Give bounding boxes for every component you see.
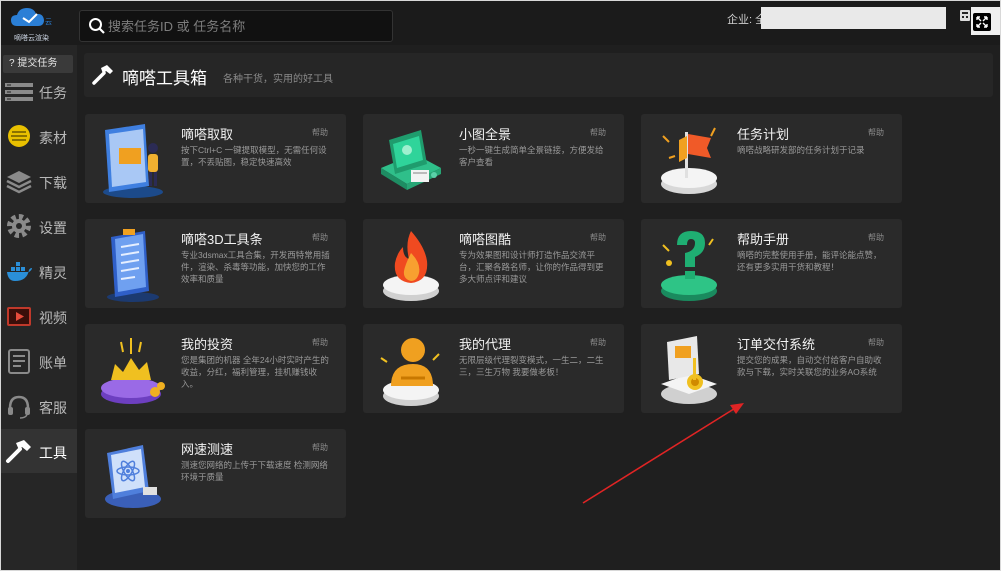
card-description: 嘀嗒的完整使用手册，能评论能点赞，还有更多实用干货和教程！ <box>737 250 882 272</box>
fullscreen-icon <box>976 16 988 28</box>
calculator-icon[interactable] <box>959 9 971 22</box>
material-icon <box>8 125 30 147</box>
tool-card-panorama[interactable]: 小图全景 帮助 一秒一键生成简单全景链接，方便发给客户查看 <box>363 114 624 203</box>
card-description: 嘀嗒战略研发部的任务计划于记录 <box>737 145 865 155</box>
tool-card-speed-test[interactable]: 网速测速 帮助 测速您网络的上传于下载速度 检测网络环境于质量 <box>85 429 346 518</box>
sidebar-item-download[interactable]: 下载 <box>1 159 77 203</box>
fullscreen-button[interactable] <box>973 13 991 31</box>
card-description: 您是集团的机器 全年24小时实时产生的收益，分红，福利管理，挂机赚钱收入。 <box>181 355 329 389</box>
card-description: 提交您的成果，自动交付给客户自助收款与下载，实时关联您的业务AO系统 <box>737 355 882 377</box>
toolbox-header: 嘀嗒工具箱 各种干货，实用的好工具 <box>84 53 993 97</box>
download-layers-icon <box>6 171 32 194</box>
sidebar-item-bill[interactable]: 账单 <box>1 339 77 383</box>
sidebar-item-label: 下载 <box>39 175 67 191</box>
tool-card-investment[interactable]: 我的投资 帮助 您是集团的机器 全年24小时实时产生的收益，分红，福利管理，挂机… <box>85 324 346 413</box>
task-plan-flag-art <box>661 127 717 194</box>
tool-card-tuku[interactable]: 嘀嗒图酷 帮助 专为效果图和设计师打造作品交流平台，汇聚各路名师，让你的作品得到… <box>363 219 624 308</box>
gear-icon <box>7 214 31 238</box>
app-window: 云 嘀嗒云渲染 企业: 全 ? 提交任务 <box>0 0 1001 571</box>
card-title: 小图全景 <box>459 127 512 142</box>
card-title: 我的投资 <box>181 337 234 352</box>
tool-card-pick[interactable]: 嘀嗒取取 帮助 按下Ctrl+C 一键提取模型，无需任何设置，不丢贴图，稳定快速… <box>85 114 346 203</box>
card-description: 专业3dsmax工具合集，开发西特常用插件，渲染、杀毒等功能，加快您的工作效率和… <box>181 250 330 284</box>
sidebar-item-material[interactable]: 素材 <box>1 114 77 158</box>
logo-text: 嘀嗒云渲染 <box>14 35 49 42</box>
sidebar-item-label: 视频 <box>39 310 67 326</box>
card-description: 一秒一键生成简单全景链接，方便发给客户查看 <box>459 145 604 167</box>
fire-art <box>383 231 439 301</box>
help-link[interactable]: 帮助 <box>312 337 328 348</box>
help-link[interactable]: 帮助 <box>312 232 328 243</box>
toolbar-book-art <box>107 229 159 302</box>
search-icon[interactable] <box>88 17 106 35</box>
help-link[interactable]: 帮助 <box>590 232 606 243</box>
docker-whale-icon <box>7 262 32 281</box>
sidebar-item-label: 素材 <box>39 130 67 146</box>
card-title: 嘀嗒图酷 <box>459 232 512 247</box>
card-title: 嘀嗒取取 <box>181 127 234 142</box>
sidebar-item-video[interactable]: 视频 <box>1 294 77 338</box>
help-link[interactable]: 帮助 <box>590 337 606 348</box>
hammer-icon <box>92 65 113 85</box>
sidebar: ? 提交任务 任务 素材 下载 设置 精灵 视频 账单 客服 工具 <box>1 45 77 570</box>
order-delivery-art <box>661 336 717 404</box>
tool-card-order-delivery[interactable]: 订单交付系统 帮助 提交您的成果，自动交付给客户自助收款与下载，实时关联您的业务… <box>641 324 902 413</box>
sidebar-item-label: 客服 <box>39 400 67 416</box>
company-name-redacted <box>761 7 946 29</box>
card-title: 任务计划 <box>737 127 790 142</box>
card-description: 按下Ctrl+C 一键提取模型，无需任何设置，不丢贴图，稳定快速高效 <box>181 145 327 167</box>
svg-text:云: 云 <box>45 18 52 26</box>
help-link[interactable]: 帮助 <box>312 442 328 453</box>
pick-tool-art <box>103 124 163 198</box>
help-link[interactable]: 帮助 <box>868 127 884 138</box>
card-title: 帮助手册 <box>737 232 790 247</box>
top-bar: 云 嘀嗒云渲染 企业: 全 <box>1 1 1000 45</box>
sidebar-item-tasks[interactable]: 任务 <box>1 69 77 113</box>
headset-icon <box>8 395 30 419</box>
help-link[interactable]: 帮助 <box>590 127 606 138</box>
question-mark-art <box>661 231 717 301</box>
bill-icon <box>8 349 30 374</box>
search-input[interactable] <box>108 15 388 37</box>
tool-card-help-manual[interactable]: 帮助手册 帮助 嘀嗒的完整使用手册，能评论能点赞，还有更多实用干货和教程！ <box>641 219 902 308</box>
app-logo: 云 嘀嗒云渲染 <box>7 4 69 44</box>
task-list-icon <box>5 83 33 101</box>
card-description: 测速您网络的上传于下载速度 检测网络环境于质量 <box>181 460 328 482</box>
sidebar-item-support[interactable]: 客服 <box>1 384 77 428</box>
card-title: 我的代理 <box>459 337 512 352</box>
investment-coins-art <box>101 338 165 404</box>
tool-card-agent[interactable]: 我的代理 帮助 无限层级代理裂变模式，一生二，二生三，三生万物 我要做老板！ <box>363 324 624 413</box>
card-description: 无限层级代理裂变模式，一生二，二生三，三生万物 我要做老板！ <box>459 355 604 377</box>
page-subtitle: 各种干货，实用的好工具 <box>223 74 333 85</box>
hammer-icon <box>6 440 31 463</box>
card-title: 网速测速 <box>181 442 234 457</box>
agent-person-art <box>380 338 440 406</box>
sidebar-item-settings[interactable]: 设置 <box>1 204 77 248</box>
card-description: 专为效果图和设计师打造作品交流平台，汇聚各路名师，让你的作品得到更多大师点评和建… <box>459 250 604 284</box>
help-link[interactable]: 帮助 <box>868 337 884 348</box>
sidebar-item-sprite[interactable]: 精灵 <box>1 249 77 293</box>
sidebar-item-label: 工具 <box>39 445 67 461</box>
sidebar-item-label: 精灵 <box>39 265 67 281</box>
search-box[interactable] <box>79 10 393 42</box>
tool-card-3d-toolbar[interactable]: 嘀嗒3D工具条 帮助 专业3dsmax工具合集，开发西特常用插件，渲染、杀毒等功… <box>85 219 346 308</box>
card-title: 订单交付系统 <box>737 337 816 352</box>
help-link[interactable]: 帮助 <box>312 127 328 138</box>
sidebar-item-tools[interactable]: 工具 <box>1 429 77 473</box>
sidebar-item-label: 账单 <box>39 355 67 371</box>
sidebar-item-label: 任务 <box>39 85 67 101</box>
panorama-art <box>381 130 441 190</box>
page-title: 嘀嗒工具箱 <box>122 69 207 88</box>
tool-card-task-plan[interactable]: 任务计划 帮助 嘀嗒战略研发部的任务计划于记录 <box>641 114 902 203</box>
sidebar-item-label: 设置 <box>39 220 67 236</box>
speed-test-atom-art <box>105 445 161 508</box>
help-link[interactable]: 帮助 <box>868 232 884 243</box>
card-title: 嘀嗒3D工具条 <box>181 232 263 247</box>
video-icon <box>7 307 31 326</box>
